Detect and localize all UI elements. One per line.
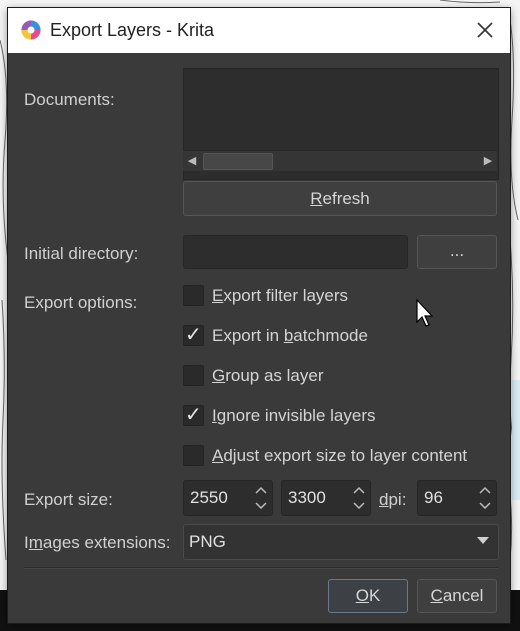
export-in-batchmode-label[interactable]: Export in batchmode	[212, 326, 368, 346]
option-mnemonic: G	[212, 366, 226, 385]
browse-button[interactable]: ...	[417, 235, 497, 269]
option-text: gnore invisible layers	[216, 406, 376, 425]
option-text: roup as layer	[225, 366, 324, 385]
close-icon[interactable]	[474, 19, 496, 41]
ext-label-mnemonic: m	[28, 533, 43, 552]
ok-label: K	[368, 586, 381, 605]
checkmark-icon: ✓	[185, 324, 202, 346]
documents-label: Documents:	[24, 90, 115, 109]
dpi-spinbox[interactable]: 96	[417, 480, 497, 516]
window-title: Export Layers - Krita	[50, 20, 215, 40]
documents-horizontal-scrollbar[interactable]: ◀ ▶	[183, 150, 497, 171]
refresh-button[interactable]: Refresh	[183, 181, 497, 216]
dropdown-arrow-icon	[477, 537, 489, 544]
spin-arrows-icon[interactable]	[252, 483, 270, 513]
dpi-label: dpi:	[379, 490, 406, 510]
initial-directory-input[interactable]	[183, 235, 408, 269]
refresh-label: efresh	[322, 189, 370, 208]
mouse-cursor-icon	[416, 298, 434, 327]
ok-button[interactable]: OK	[328, 579, 408, 613]
export-in-batchmode-checkbox[interactable]: ✓	[183, 324, 204, 346]
option-text: xport filter layers	[223, 286, 349, 305]
export-filter-layers-checkbox[interactable]	[183, 285, 204, 306]
adjust-export-size-checkbox[interactable]	[183, 445, 204, 466]
option-mnemonic: A	[212, 446, 224, 465]
scroll-right-icon[interactable]: ▶	[479, 151, 497, 171]
scrollbar-thumb[interactable]	[203, 153, 273, 170]
cancel-label: ancel	[442, 586, 484, 605]
ignore-invisible-layers-label[interactable]: Ignore invisible layers	[212, 406, 375, 426]
cancel-mnemonic: C	[430, 586, 443, 605]
scroll-left-icon[interactable]: ◀	[183, 151, 201, 171]
option-text: atchmode	[293, 326, 368, 345]
group-as-layer-label[interactable]: Group as layer	[212, 366, 324, 386]
option-mnemonic: b	[283, 326, 294, 345]
dpi-label-text: pi:	[388, 490, 407, 509]
images-extensions-select[interactable]: PNG	[183, 524, 499, 560]
spin-arrows-icon[interactable]	[476, 483, 494, 513]
option-prefix: Export in	[212, 326, 284, 345]
cancel-button[interactable]: Cancel	[417, 579, 497, 613]
refresh-mnemonic: R	[310, 189, 323, 208]
export-filter-layers-label[interactable]: Export filter layers	[212, 286, 348, 306]
spin-arrows-icon[interactable]	[350, 483, 368, 513]
ok-mnemonic: O	[355, 586, 369, 605]
export-height-value: 3300	[288, 488, 326, 507]
images-extensions-label: Images extensions:	[24, 533, 171, 553]
divider	[24, 567, 498, 569]
export-width-spinbox[interactable]: 2550	[183, 480, 273, 516]
ext-label-post: ages extensions:	[42, 533, 171, 552]
images-extensions-value: PNG	[189, 532, 226, 551]
adjust-export-size-label[interactable]: Adjust export size to layer content	[212, 446, 467, 466]
checkmark-icon: ✓	[185, 404, 202, 426]
krita-icon	[21, 20, 41, 40]
option-text: djust export size to layer content	[223, 446, 468, 465]
dialog-body: Documents: ◀ ▶ Refresh Initial directory…	[8, 53, 510, 623]
export-height-spinbox[interactable]: 3300	[281, 480, 371, 516]
initial-directory-label: Initial directory:	[24, 244, 139, 263]
dpi-value: 96	[424, 488, 443, 507]
ignore-invisible-layers-checkbox[interactable]: ✓	[183, 404, 204, 426]
title-bar: Export Layers - Krita	[8, 8, 510, 53]
group-as-layer-checkbox[interactable]	[183, 365, 204, 386]
export-width-value: 2550	[190, 488, 228, 507]
option-mnemonic: E	[212, 286, 224, 305]
export-size-label: Export size:	[24, 490, 113, 509]
export-options-label: Export options:	[24, 293, 138, 312]
